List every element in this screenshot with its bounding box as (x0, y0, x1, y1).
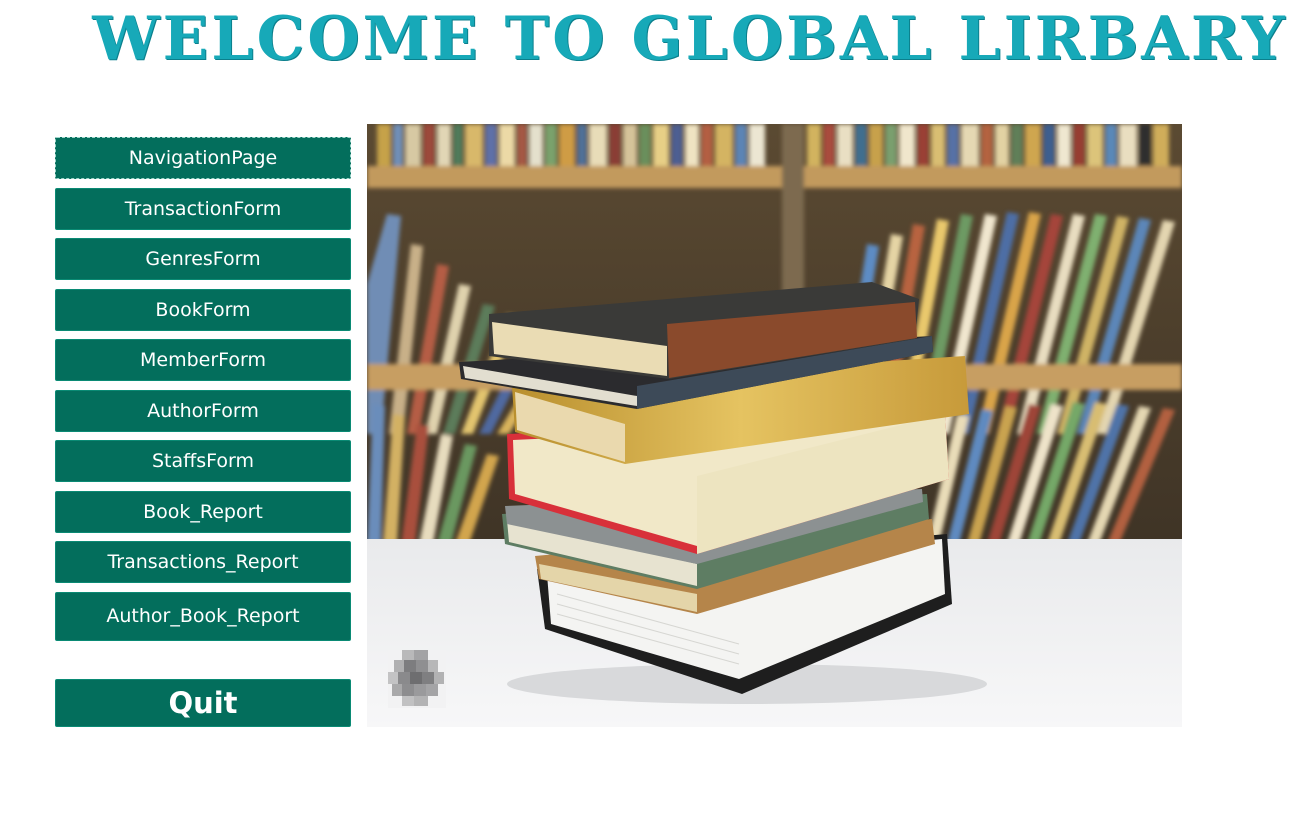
navigation-page-button[interactable]: NavigationPage (55, 137, 351, 179)
book-form-button[interactable]: BookForm (55, 288, 351, 331)
book-report-button[interactable]: Book_Report (55, 490, 351, 533)
library-books-image (367, 124, 1182, 727)
page-title: WELCOME TO GLOBAL LIRBARY (92, 4, 1288, 74)
pixelated-logo-icon (388, 650, 446, 708)
quit-button[interactable]: Quit (55, 679, 351, 727)
author-form-button[interactable]: AuthorForm (55, 389, 351, 432)
staffs-form-button[interactable]: StaffsForm (55, 440, 351, 482)
transactions-report-button[interactable]: Transactions_Report (55, 541, 351, 583)
member-form-button[interactable]: MemberForm (55, 339, 351, 381)
genres-form-button[interactable]: GenresForm (55, 238, 351, 280)
author-book-report-button[interactable]: Author_Book_Report (55, 591, 351, 641)
transaction-form-button[interactable]: TransactionForm (55, 187, 351, 230)
navigation-panel: NavigationPage TransactionForm GenresFor… (55, 137, 351, 649)
